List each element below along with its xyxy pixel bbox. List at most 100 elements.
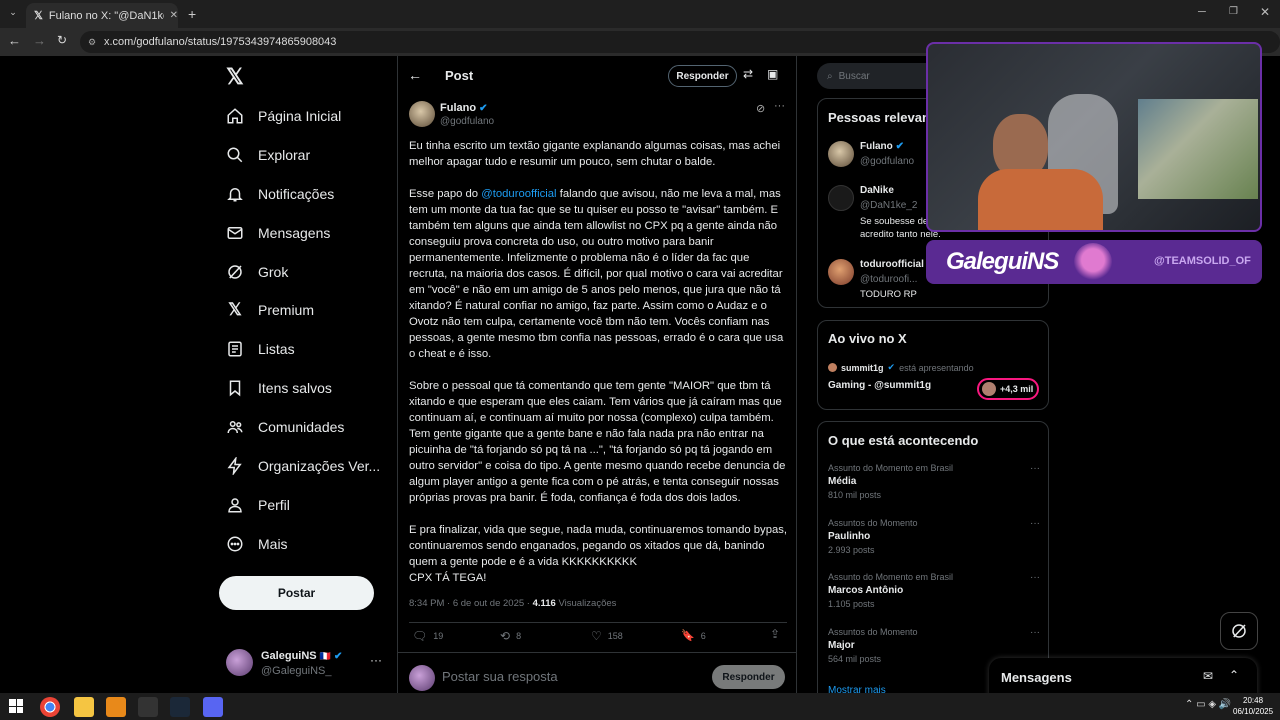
live-host[interactable]: summit1g ✔ está apresentando: [828, 362, 974, 373]
post-meta: 8:34 PM · 6 de out de 2025 · 4.116 Visua…: [409, 598, 616, 609]
like-action[interactable]: ♡ 158: [591, 629, 623, 643]
nav-label: Página Inicial: [258, 108, 342, 124]
account-more-icon[interactable]: ···: [370, 653, 382, 667]
reply-action[interactable]: 🗨 19: [412, 629, 443, 643]
trend-more-icon[interactable]: ···: [1030, 518, 1040, 529]
author-avatar[interactable]: [409, 101, 435, 127]
site-info-icon[interactable]: ⚙: [88, 37, 96, 48]
live-host-avatar: [828, 363, 837, 372]
discord-icon[interactable]: [203, 697, 223, 717]
messages-dock[interactable]: Mensagens ✉ ⌃: [989, 658, 1257, 698]
person-name[interactable]: toduroofficial: [860, 259, 924, 270]
person-icon: [228, 498, 242, 513]
post-button[interactable]: Postar: [219, 576, 374, 610]
post-actions-divider: [398, 652, 796, 653]
nav-item-lists[interactable]: Listas: [226, 336, 295, 362]
grok-floating-button[interactable]: [1220, 612, 1258, 650]
account-handle: @GaleguiNS_: [261, 665, 332, 677]
avatar: [226, 649, 253, 676]
minimize-button[interactable]: ─: [1198, 6, 1206, 18]
bookmark-icon: [229, 380, 241, 397]
nav-item-notifications[interactable]: Notificações: [226, 181, 334, 207]
trend-more-icon[interactable]: ···: [1030, 572, 1040, 583]
mail-icon: [227, 227, 243, 239]
search-icon: [227, 147, 243, 163]
chrome-icon[interactable]: [40, 697, 60, 717]
person-avatar[interactable]: [828, 259, 854, 285]
trend-item[interactable]: Assuntos do Momento Paulinho 2.993 posts…: [828, 518, 1040, 555]
x-logo-icon[interactable]: 𝕏: [226, 64, 244, 90]
back-icon[interactable]: ←: [8, 33, 21, 48]
view-count: 4.116: [532, 598, 556, 609]
windows-start-icon[interactable]: [9, 699, 23, 713]
grok-icon[interactable]: ⊘: [756, 102, 765, 115]
bookmark-action[interactable]: 🔖 6: [681, 629, 706, 642]
nav-item-premium[interactable]: 𝕏 Premium: [226, 297, 314, 323]
nav-item-profile[interactable]: Perfil: [226, 492, 290, 518]
close-window-button[interactable]: ✕: [1260, 5, 1270, 19]
back-arrow-icon[interactable]: ←: [408, 67, 422, 83]
nav-item-grok[interactable]: Grok: [226, 259, 288, 285]
mention-link[interactable]: @toduroofficial: [481, 188, 556, 200]
app-orange-icon[interactable]: [106, 697, 126, 717]
nav-item-bookmarks[interactable]: Itens salvos: [226, 375, 332, 401]
reload-icon[interactable]: ↻: [57, 33, 67, 47]
nav-label: Premium: [258, 302, 315, 318]
restore-button[interactable]: ❐: [1229, 6, 1238, 17]
trend-item[interactable]: Assunto do Momento em Brasil Média 810 m…: [828, 463, 1040, 500]
tab-list-button[interactable]: ⌄: [6, 7, 20, 21]
account-switcher[interactable]: GaleguiNS 🇫🇷 ✔ @GaleguiNS_ ···: [226, 649, 386, 679]
file-explorer-icon[interactable]: [74, 697, 94, 717]
author-handle: @godfulano: [440, 116, 495, 127]
reader-icon[interactable]: ▣: [767, 67, 778, 81]
account-name: GaleguiNS 🇫🇷 ✔: [261, 650, 343, 662]
browser-tab[interactable]: 𝕏 Fulano no X: "@DaN1ke_2 Eu ti ✕: [26, 3, 178, 28]
forward-icon[interactable]: →: [33, 33, 46, 48]
post-paragraph: Esse papo do @toduroofficial falando que…: [409, 188, 784, 360]
live-viewers-badge[interactable]: +4,3 mil: [977, 378, 1039, 400]
nav-item-organizations[interactable]: Organizações Ver...: [226, 453, 380, 479]
post-paragraph: Eu tinha escrito um textão gigante expla…: [409, 140, 781, 168]
nav-item-more[interactable]: Mais: [226, 531, 288, 557]
list-icon: [228, 341, 242, 357]
trend-item[interactable]: Assunto do Momento em Brasil Marcos Antô…: [828, 572, 1040, 609]
tray-icons[interactable]: ⌃ ▭ ◈ 🔊: [1185, 699, 1231, 710]
nav-item-communities[interactable]: Comunidades: [226, 414, 344, 440]
nav-item-home[interactable]: Página Inicial: [226, 103, 341, 129]
trend-more-icon[interactable]: ···: [1030, 463, 1040, 474]
steam-icon[interactable]: [170, 697, 190, 717]
webcam-monitor: [1138, 99, 1258, 199]
filter-icon[interactable]: ⇄: [743, 67, 753, 81]
app-dark-icon[interactable]: [138, 697, 158, 717]
repost-action[interactable]: ⟲ 8: [500, 629, 521, 643]
person-name[interactable]: Fulano ✔: [860, 141, 904, 152]
person-avatar[interactable]: [828, 185, 854, 211]
person-handle: @godfulano: [860, 156, 915, 167]
new-tab-button[interactable]: +: [188, 6, 196, 22]
reply-submit-button[interactable]: Responder: [712, 665, 785, 689]
card-title: Ao vivo no X: [828, 331, 907, 346]
x-logo-icon: 𝕏: [228, 300, 242, 319]
person-name[interactable]: DaNike: [860, 185, 894, 196]
nav-label: Comunidades: [258, 419, 345, 435]
verified-icon: ✔: [895, 141, 904, 152]
share-icon[interactable]: ⇪: [770, 627, 780, 641]
expand-icon[interactable]: ⌃: [1229, 668, 1239, 682]
close-tab-icon[interactable]: ✕: [170, 10, 178, 21]
reply-avatar: [409, 665, 435, 691]
person-avatar[interactable]: [828, 141, 854, 167]
reply-input[interactable]: Postar sua resposta: [442, 669, 558, 684]
post-more-icon[interactable]: ···: [774, 100, 785, 112]
author-name[interactable]: Fulano ✔: [440, 102, 488, 114]
nav-item-messages[interactable]: Mensagens: [226, 220, 330, 246]
new-message-icon[interactable]: ✉: [1203, 669, 1213, 683]
trend-more-icon[interactable]: ···: [1030, 627, 1040, 638]
nav-item-explore[interactable]: Explorar: [226, 142, 310, 168]
streamer-logo: GaleguiNS: [946, 248, 1059, 275]
reply-header-button[interactable]: Responder: [668, 65, 737, 87]
lightning-icon: [227, 457, 242, 475]
live-title[interactable]: Gaming - @summit1g: [828, 380, 931, 391]
nav-label: Mensagens: [258, 225, 331, 241]
x-favicon-icon: 𝕏: [34, 10, 43, 22]
repost-icon: ⟲: [500, 629, 511, 643]
